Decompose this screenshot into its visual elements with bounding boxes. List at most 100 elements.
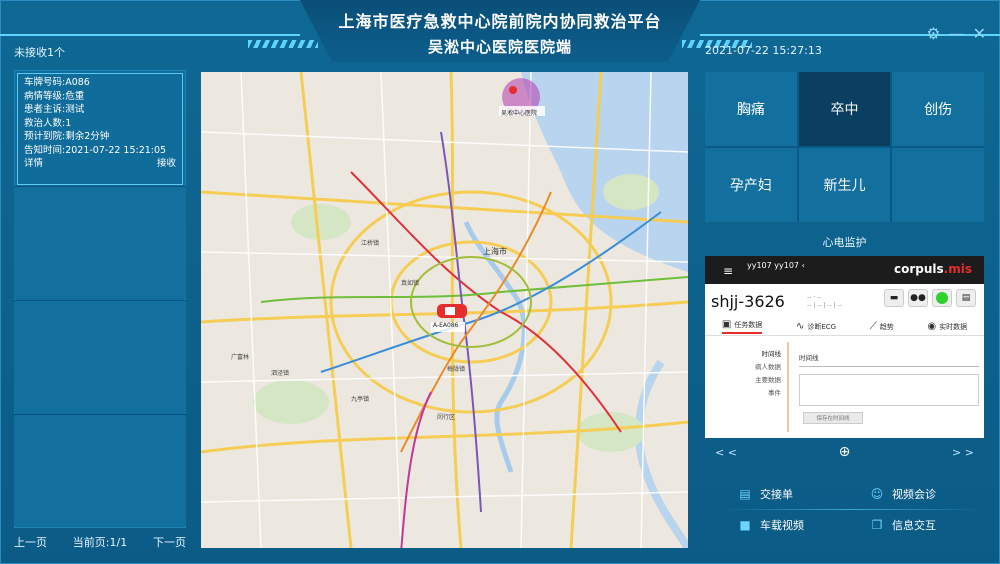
- category-empty: [892, 148, 984, 222]
- ecg-next-button[interactable]: > >: [952, 446, 974, 459]
- hospital-label[interactable]: 吴淞中心医院: [501, 108, 537, 117]
- category-chest-pain[interactable]: 胸痛: [705, 72, 797, 146]
- notify-time: 告知时间:2021-07-22 15:21:05: [24, 144, 167, 156]
- tab-label: 任务数据: [734, 320, 763, 329]
- report-icon[interactable]: ▤: [956, 289, 976, 307]
- receive-button[interactable]: 接收: [157, 157, 176, 171]
- tab-realtime[interactable]: ◉ 实时数据: [927, 321, 967, 332]
- video-consult-button[interactable]: ☺ 视频会诊: [852, 478, 984, 509]
- action-label: 车载视频: [760, 518, 804, 532]
- ecg-button-row: ▬ ●● ▤: [884, 289, 976, 307]
- ecg-divider: [787, 342, 789, 432]
- category-trauma[interactable]: 创伤: [892, 72, 984, 146]
- district-label: 闵行区: [437, 414, 456, 421]
- category-maternal[interactable]: 孕产妇: [705, 148, 797, 222]
- map-view[interactable]: 吴淞中心医院 A-EA086 上海市 九亭镇 泗泾镇 广富林 江桥镇 真如镇 梅…: [201, 72, 688, 548]
- info-exchange-button[interactable]: ❐ 信息交互: [852, 509, 984, 540]
- rescue-count: 救治人数:1: [24, 117, 72, 129]
- action-label: 交接单: [760, 487, 793, 501]
- handover-form-button[interactable]: ▤ 交接单: [720, 478, 852, 509]
- ecg-section-title: 心电监护: [822, 236, 867, 249]
- document-icon: ▤: [739, 486, 751, 501]
- page-title: 上海市医疗急救中心院前院内协同救治平台: [338, 12, 662, 31]
- tab-diagnostic-ecg[interactable]: ∿ 诊断ECG: [796, 321, 836, 332]
- brand-suffix: .mis: [943, 262, 972, 276]
- action-grid: ▤ 交接单 ☺ 视频会诊 ■ 车载视频 ❐ 信息交互: [720, 478, 984, 540]
- ecg-monitor: ≡ yy107 yy107 ‹ corpuls.mis shjj-3626 --…: [705, 256, 984, 438]
- patient-card[interactable]: 车牌号码:A086 病情等级:危重 患者主诉:测试 救治人数:1 预计到院:剩余…: [17, 73, 183, 185]
- timeline-textarea[interactable]: [799, 374, 979, 406]
- pulse-icon: ∿: [795, 321, 805, 332]
- side-item-main-data[interactable]: 主要数据: [719, 374, 781, 387]
- severity-level: 病情等级:危重: [24, 90, 85, 102]
- tab-label: 趋势: [879, 322, 894, 331]
- current-datetime: 2021-07-22 15:27:13: [705, 44, 822, 57]
- district-label: 九亭镇: [351, 396, 370, 403]
- gear-icon[interactable]: ⚙: [926, 26, 940, 42]
- district-label: 真如镇: [401, 280, 420, 287]
- card-actions: 详情 接收: [24, 157, 176, 171]
- zoom-in-icon[interactable]: ⊕: [839, 444, 851, 460]
- category-newborn[interactable]: 新生儿: [798, 148, 891, 222]
- category-stroke[interactable]: 卒中: [798, 72, 891, 146]
- next-page-button[interactable]: 下一页: [153, 534, 186, 550]
- side-item-patient-data[interactable]: 病人数据: [719, 361, 781, 374]
- group-icon: ☺: [870, 486, 884, 501]
- tab-task-data[interactable]: ▣ 任务数据: [721, 319, 763, 334]
- trend-icon: ⟋: [869, 321, 877, 332]
- district-label: 广富林: [231, 354, 250, 361]
- tab-label: 诊断ECG: [807, 322, 837, 331]
- district-label: 泗泾镇: [271, 370, 290, 377]
- patient-list-slot-4: [14, 414, 186, 526]
- ecg-prev-button[interactable]: < <: [715, 446, 737, 459]
- plate-number: 车牌号码:A086: [24, 77, 90, 88]
- brand-main: corpuls: [894, 262, 944, 276]
- pager: 上一页 当前页:1/1 下一页: [14, 534, 186, 550]
- ecg-side-menu: 时间线 病人数据 主要数据 事件: [719, 348, 781, 400]
- message-icon[interactable]: ▬: [884, 289, 904, 307]
- side-item-timeline[interactable]: 时间线: [719, 348, 782, 361]
- district-label: 梅陇镇: [447, 366, 466, 373]
- side-item-events[interactable]: 事件: [719, 387, 781, 400]
- close-button[interactable]: ✕: [973, 26, 986, 42]
- map-canvas: [201, 72, 688, 548]
- patient-list-slot-2: [14, 186, 186, 298]
- timeline-field-underline: [799, 366, 979, 367]
- timeline-field-label: 时间线: [799, 354, 819, 362]
- status-dot-icon: [936, 292, 948, 304]
- ecg-brand: corpuls.mis: [894, 262, 972, 276]
- ecg-tabs: ▣ 任务数据 ∿ 诊断ECG ⟋ 趋势 ◉ 实时数据: [705, 318, 984, 336]
- current-page: 当前页:1/1: [72, 536, 128, 549]
- id-card-icon: ▣: [721, 319, 732, 330]
- action-label: 视频会诊: [892, 487, 936, 501]
- eta: 预计到院:剩余2分钟: [24, 131, 110, 142]
- ecg-mini-indicators: -- · -- -- | -- | -- | --: [807, 294, 842, 309]
- prev-page-button[interactable]: 上一页: [14, 534, 47, 550]
- action-label: 信息交互: [892, 518, 936, 532]
- vehicle-video-button[interactable]: ■ 车载视频: [720, 509, 852, 540]
- tab-trend[interactable]: ⟋ 趋势: [870, 321, 894, 332]
- ecg-top-bar: ≡ yy107 yy107 ‹ corpuls.mis: [705, 256, 984, 284]
- district-label: 上海市: [483, 247, 507, 256]
- tab-label: 实时数据: [939, 322, 968, 331]
- window-controls: ⚙ — ✕: [926, 26, 986, 42]
- menu-icon[interactable]: ≡: [723, 264, 733, 278]
- status-button[interactable]: [932, 289, 952, 307]
- vehicle-label[interactable]: A-EA086: [433, 322, 459, 329]
- minimize-button[interactable]: —: [949, 26, 965, 42]
- unreceived-count: 未接收1个: [14, 46, 65, 59]
- chat-icon: ❐: [871, 517, 883, 532]
- camera-icon: ■: [739, 517, 751, 532]
- patient-list-slot-3: [14, 300, 186, 412]
- users-icon[interactable]: ●●: [908, 289, 928, 307]
- detail-button[interactable]: 详情: [24, 157, 43, 171]
- district-label: 江桥镇: [361, 240, 380, 247]
- category-grid: 胸痛 卒中 创伤 孕产妇 新生儿: [705, 72, 984, 222]
- save-to-timeline-button[interactable]: 保存在时间线: [803, 412, 863, 424]
- ecg-nav-row: < < ⊕ > >: [705, 442, 984, 462]
- page-subtitle: 吴淞中心医院医院端: [427, 38, 572, 56]
- ecg-device-name: yy107 yy107 ‹: [747, 261, 805, 270]
- patient-complaint: 患者主诉:测试: [24, 104, 85, 115]
- ecg-device-id: shjj-3626: [711, 292, 785, 311]
- signal-icon: ◉: [927, 321, 937, 332]
